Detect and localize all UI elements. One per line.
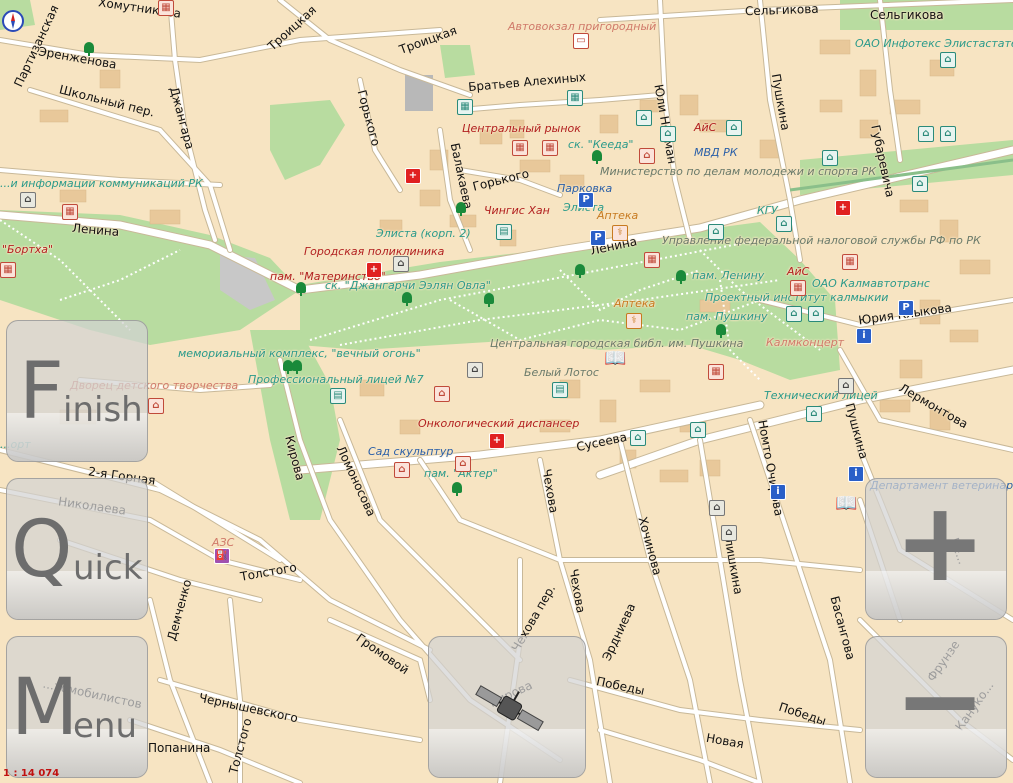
pharmacy-icon[interactable]: ⚕ — [626, 313, 642, 329]
map-viewport[interactable]: Хомутникова Партизанская Эренженова Школ… — [0, 0, 1013, 783]
monument-icon[interactable] — [84, 42, 94, 56]
bus-stop-icon[interactable]: ▭ — [573, 33, 589, 49]
government-icon[interactable]: ⌂ — [726, 120, 742, 136]
gps-status-button[interactable] — [428, 636, 586, 778]
hospital-icon[interactable]: + — [489, 433, 505, 449]
government-icon[interactable]: ⌂ — [393, 256, 409, 272]
library-icon[interactable]: 📖 — [604, 350, 630, 368]
shop-icon[interactable]: ▦ — [62, 204, 78, 220]
shop-icon[interactable]: ▦ — [457, 99, 473, 115]
map-scale-label: 1 : 14 074 — [3, 768, 60, 779]
government-icon[interactable]: ⌂ — [708, 224, 724, 240]
government-icon[interactable]: ⌂ — [636, 110, 652, 126]
government-icon[interactable]: ⌂ — [20, 192, 36, 208]
finish-label: inish — [63, 390, 143, 430]
government-icon[interactable]: ⌂ — [806, 406, 822, 422]
shop-icon[interactable]: ▦ — [567, 90, 583, 106]
market-icon[interactable]: ▦ — [512, 140, 528, 156]
government-icon[interactable]: ⌂ — [912, 176, 928, 192]
museum-icon[interactable]: ⌂ — [455, 456, 471, 472]
shop-icon[interactable]: ▦ — [644, 252, 660, 268]
school-icon[interactable]: ▤ — [552, 382, 568, 398]
menu-initial: M — [11, 663, 79, 753]
government-icon[interactable]: ⌂ — [918, 126, 934, 142]
school-icon[interactable]: ▤ — [330, 388, 346, 404]
monument-icon[interactable] — [452, 482, 462, 496]
info-icon[interactable]: i — [770, 484, 786, 500]
monument-icon[interactable] — [296, 282, 306, 296]
shop-icon[interactable]: ▦ — [0, 262, 16, 278]
quick-button[interactable]: Q uick — [6, 478, 148, 620]
government-icon[interactable]: ⌂ — [838, 378, 854, 394]
government-icon[interactable]: ⌂ — [660, 126, 676, 142]
museum-icon[interactable]: ⌂ — [148, 398, 164, 414]
library-icon[interactable]: 📖 — [835, 495, 861, 513]
menu-button[interactable]: M enu — [6, 636, 148, 778]
government-icon[interactable]: ⌂ — [690, 422, 706, 438]
hospital-icon[interactable]: + — [366, 262, 382, 278]
shop-icon[interactable]: ▦ — [842, 254, 858, 270]
parking-icon[interactable]: P — [898, 300, 914, 316]
parking-icon[interactable]: P — [578, 192, 594, 208]
quick-label: uick — [73, 548, 143, 588]
museum-icon[interactable]: ⌂ — [394, 462, 410, 478]
monument-icon[interactable] — [592, 150, 602, 164]
school-icon[interactable]: ▤ — [496, 224, 512, 240]
shop-icon[interactable]: ▦ — [790, 280, 806, 296]
shop-icon[interactable]: ▦ — [158, 0, 174, 16]
monument-icon[interactable] — [402, 292, 412, 306]
info-icon[interactable]: i — [856, 328, 872, 344]
government-icon[interactable]: ⌂ — [721, 525, 737, 541]
government-icon[interactable]: ⌂ — [808, 306, 824, 322]
info-icon[interactable]: i — [848, 466, 864, 482]
government-icon[interactable]: ⌂ — [940, 52, 956, 68]
market-icon[interactable]: ▦ — [542, 140, 558, 156]
government-icon[interactable]: ⌂ — [940, 126, 956, 142]
hospital-icon[interactable]: + — [405, 168, 421, 184]
zoom-out-button[interactable]: − — [865, 636, 1007, 778]
monument-icon[interactable] — [676, 270, 686, 284]
government-icon[interactable]: ⌂ — [467, 362, 483, 378]
compass-icon[interactable] — [2, 10, 24, 32]
finish-button[interactable]: F inish — [6, 320, 148, 462]
museum-icon[interactable]: ⌂ — [639, 148, 655, 164]
monument-icon[interactable] — [575, 264, 585, 278]
museum-icon[interactable]: ⌂ — [434, 386, 450, 402]
hospital-icon[interactable]: + — [835, 200, 851, 216]
finish-initial: F — [19, 347, 64, 437]
fuel-station-icon[interactable]: ⛽ — [214, 548, 230, 564]
monument-icon[interactable] — [292, 360, 302, 374]
quick-initial: Q — [11, 505, 73, 595]
government-icon[interactable]: ⌂ — [822, 150, 838, 166]
monument-icon[interactable] — [716, 324, 726, 338]
monument-icon[interactable] — [456, 202, 466, 216]
plus-icon: + — [894, 478, 987, 606]
shop-icon[interactable]: ▦ — [708, 364, 724, 380]
government-icon[interactable]: ⌂ — [776, 216, 792, 232]
zoom-in-button[interactable]: + — [865, 478, 1007, 620]
government-icon[interactable]: ⌂ — [630, 430, 646, 446]
satellite-icon — [475, 685, 544, 732]
monument-icon[interactable] — [484, 293, 494, 307]
government-icon[interactable]: ⌂ — [709, 500, 725, 516]
minus-icon: − — [894, 636, 987, 764]
parking-icon[interactable]: P — [590, 230, 606, 246]
menu-label: enu — [73, 706, 138, 746]
pharmacy-icon[interactable]: ⚕ — [612, 225, 628, 241]
government-icon[interactable]: ⌂ — [786, 306, 802, 322]
